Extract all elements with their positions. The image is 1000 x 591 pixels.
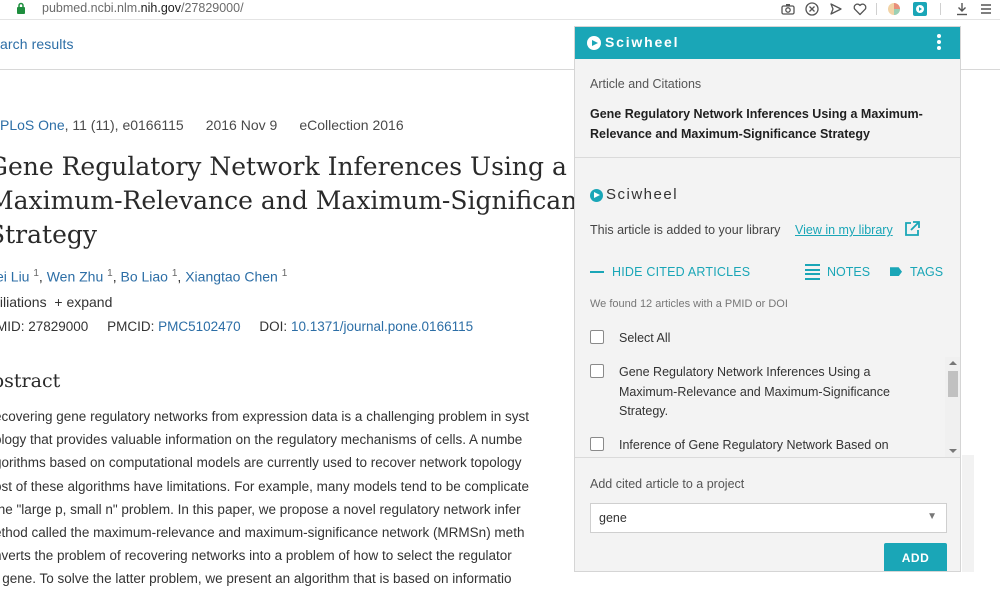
notes-button[interactable]: NOTES [805, 264, 871, 281]
browser-toolbar: pubmed.ncbi.nlm.nih.gov/27829000/ [0, 0, 1000, 20]
select-all-label: Select All [619, 331, 671, 345]
cited-article-checkbox[interactable] [590, 364, 604, 378]
sciwheel-header: Sciwheel [575, 27, 960, 59]
toolbar-separator [940, 3, 941, 15]
pmcid-link[interactable]: PMC5102470 [158, 319, 241, 334]
menu-icon[interactable] [978, 1, 994, 17]
cited-article-title: Inference of Gene Regulatory Network Bas… [619, 438, 889, 452]
block-icon[interactable] [804, 1, 820, 17]
section-label: Article and Citations [590, 77, 702, 91]
lock-icon [17, 2, 25, 14]
sciwheel-extension-icon[interactable] [912, 1, 928, 17]
heart-icon[interactable] [852, 1, 868, 17]
abstract-line: r gene. To solve the latter problem, we … [0, 571, 512, 587]
panel-article-title: Gene Regulatory Network Inferences Using… [590, 107, 923, 141]
abstract-line: ost of these algorithms have limitations… [0, 478, 530, 494]
cited-articles-list: Gene Regulatory Network Inferences Using… [575, 357, 960, 457]
title-line: Maximum-Relevance and Maximum-Significan [0, 186, 578, 215]
pmcid-label: PMCID: [107, 319, 159, 334]
add-button[interactable]: ADD [884, 543, 947, 571]
scrollbar-thumb[interactable] [948, 371, 958, 397]
project-select-value: gene [599, 511, 627, 525]
author-link[interactable]: Bo Liao [120, 269, 167, 285]
doi-label: DOI: [259, 319, 291, 334]
view-in-library-link[interactable]: View in my library [795, 223, 893, 237]
sciwheel-logo-icon [590, 189, 603, 202]
minus-icon [590, 270, 604, 273]
project-select[interactable]: gene ▼ [590, 503, 947, 533]
toolbar-separator [876, 3, 877, 15]
abstract-heading: bstract [0, 370, 61, 392]
url-path: /27829000/ [180, 1, 244, 15]
identifiers-row: MID: 27829000 PMCID: PMC5102470 DOI: 10.… [0, 319, 473, 334]
publication-date: 2016 Nov 9 [205, 117, 278, 133]
volume-issue: , 11 (11), e0166115 [64, 117, 184, 133]
affiliations-row: filiations + expand [0, 294, 112, 310]
send-icon[interactable] [828, 1, 844, 17]
sciwheel-brand: Sciwheel [605, 34, 680, 50]
abstract-line: nverts the problem of recovering network… [0, 548, 512, 564]
tags-label: TAGS [910, 265, 944, 279]
scroll-up-icon[interactable] [949, 361, 957, 365]
author-list: ei Liu 1, Wen Zhu 1, Bo Liao 1, Xiangtao… [0, 268, 287, 285]
affiliation-number[interactable]: 1 [282, 268, 288, 279]
dropdown-arrow-icon: ▼ [927, 511, 937, 522]
hide-cited-label: HIDE CITED ARTICLES [612, 265, 751, 279]
abstract-text: ecovering gene regulatory networks from … [0, 405, 579, 591]
pmid: MID: 27829000 [0, 319, 89, 334]
notes-label: NOTES [827, 265, 871, 280]
expand-affiliations-button[interactable]: + expand [54, 294, 112, 310]
hide-cited-articles-button[interactable]: HIDE CITED ARTICLES [590, 265, 750, 279]
abstract-line: ethod called the maximum-relevance and m… [0, 525, 525, 541]
tag-icon [890, 267, 902, 277]
abstract-line: ology that provides valuable information… [0, 432, 523, 448]
url-domain: nih.gov [140, 1, 181, 15]
abstract-line: ecovering gene regulatory networks from … [0, 409, 530, 424]
journal-link[interactable]: PLoS One [0, 117, 65, 133]
cited-list-scrollbar[interactable] [945, 357, 960, 457]
download-icon[interactable] [954, 1, 970, 17]
title-line: Strategy [0, 220, 97, 249]
cited-article-title: Gene Regulatory Network Inferences Using… [619, 365, 890, 418]
url-prefix: pubmed.ncbi.nlm. [42, 1, 141, 15]
abstract-line: gorithms based on computational models a… [0, 455, 522, 471]
citation-line: PLoS One, 11 (11), e0166115 2016 Nov 9 eCo… [0, 117, 404, 133]
author-link[interactable]: ei Liu [0, 269, 29, 285]
notes-icon [805, 264, 820, 280]
author-separator: , [38, 268, 47, 285]
sciwheel-wordmark: Sciwheel [606, 186, 679, 203]
abstract-line: the "large p, small n" problem. In this … [0, 501, 521, 517]
page-scrollbar[interactable] [962, 455, 974, 572]
found-articles-text: We found 12 articles with a PMID or DOI [590, 298, 788, 310]
tags-button[interactable]: TAGS [890, 265, 943, 279]
camera-icon[interactable] [780, 1, 796, 17]
project-label: Add cited article to a project [590, 477, 745, 491]
more-options-icon[interactable] [937, 34, 943, 52]
divider [575, 457, 960, 458]
cited-article-checkbox[interactable] [590, 437, 604, 451]
select-all-checkbox[interactable] [590, 330, 604, 344]
author-link[interactable]: Wen Zhu [47, 269, 104, 285]
library-status-text: This article is added to your library [590, 223, 781, 237]
sciwheel-logo-icon [587, 36, 601, 50]
ecollection: eCollection 2016 [299, 117, 404, 133]
extension-icon[interactable] [886, 1, 902, 17]
affiliations-label: filiations [0, 294, 47, 310]
back-to-search-results-link[interactable]: arch results [0, 36, 74, 52]
doi-link[interactable]: 10.1371/journal.pone.0166115 [291, 319, 473, 334]
scroll-down-icon[interactable] [949, 449, 957, 453]
sciwheel-panel: Sciwheel Article and Citations Gene Regu… [574, 26, 961, 572]
title-line: Gene Regulatory Network Inferences Using… [0, 152, 567, 181]
divider [575, 157, 960, 158]
article-title: Gene Regulatory Network Inferences Using… [0, 150, 608, 252]
author-link[interactable]: Xiangtao Chen [185, 269, 278, 285]
address-bar[interactable]: pubmed.ncbi.nlm.nih.gov/27829000/ [42, 1, 244, 15]
external-link-icon[interactable] [903, 220, 921, 238]
